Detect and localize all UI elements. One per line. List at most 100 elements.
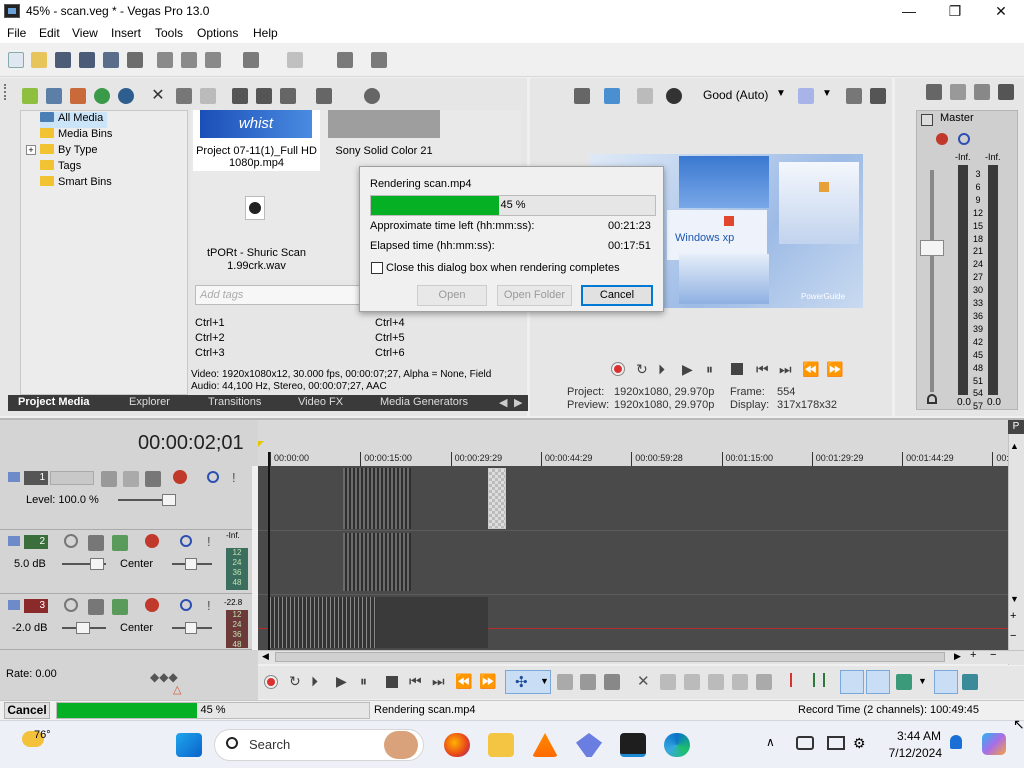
play-icon[interactable]: ▶ [336, 673, 347, 690]
level-slider-handle[interactable] [162, 494, 176, 506]
solo-icon[interactable]: ! [207, 598, 211, 613]
cancel-render-status-button[interactable]: Cancel [4, 702, 50, 719]
track-fx-icon[interactable] [173, 470, 187, 484]
close-when-done-checkbox[interactable] [371, 262, 383, 274]
tree-item-media-bins[interactable]: Media Bins [40, 128, 112, 144]
menu-insert[interactable]: Insert [111, 26, 141, 40]
mute-icon[interactable] [180, 599, 192, 611]
tree-item-by-type[interactable]: By Type [40, 144, 98, 160]
solo-icon[interactable]: ! [232, 470, 236, 485]
hscroll-thumb[interactable] [275, 652, 945, 662]
tree-item-all-media[interactable]: All Media [40, 112, 108, 128]
minimize-button[interactable]: — [886, 0, 932, 23]
rate-slider-icon[interactable]: ◆◆◆ [150, 670, 178, 684]
pan-slider-handle[interactable] [185, 622, 197, 634]
arm-record-icon[interactable] [64, 534, 78, 548]
file-explorer-icon[interactable] [488, 733, 514, 757]
preview-device-icon[interactable] [604, 88, 620, 104]
media-properties-icon[interactable] [176, 88, 192, 104]
capture-video-icon[interactable] [46, 88, 62, 104]
cancel-render-button[interactable]: Cancel [581, 285, 653, 306]
overlays-dropdown-icon[interactable]: ▼ [822, 88, 832, 99]
timeline-vertical-scrollbar[interactable] [1008, 420, 1024, 665]
hzoom-in-icon[interactable]: + [970, 649, 976, 661]
compositing-mode-icon[interactable] [123, 471, 139, 487]
track-header-3[interactable]: 3 ! -2.0 dB Center -22.8 12 24 36 48 [0, 594, 252, 650]
track-collapse-icon[interactable] [8, 472, 20, 482]
volume-slider-handle[interactable] [76, 622, 90, 634]
menu-tools[interactable]: Tools [155, 26, 183, 40]
add-tags-input[interactable]: Add tags [195, 285, 365, 305]
views-icon[interactable] [316, 88, 332, 104]
insert-region-icon[interactable] [813, 673, 825, 687]
redo-icon[interactable] [287, 52, 303, 68]
selection-tool-icon[interactable] [580, 674, 596, 690]
overlays-icon[interactable] [798, 88, 814, 104]
explorer-icon[interactable] [337, 52, 353, 68]
menu-file[interactable]: File [7, 26, 26, 40]
close-button[interactable]: ✕ [978, 0, 1024, 23]
go-to-end-icon[interactable]: ⏭ [432, 673, 445, 690]
copy-icon[interactable] [181, 52, 197, 68]
go-to-end-icon[interactable]: ⏭ [779, 361, 792, 378]
trim-icon[interactable] [660, 674, 676, 690]
display-icon[interactable] [827, 736, 845, 750]
new-icon[interactable] [8, 52, 24, 68]
solo-icon[interactable]: ! [207, 534, 211, 549]
automation-icon[interactable] [145, 471, 161, 487]
maximize-button[interactable]: ❐ [932, 0, 978, 23]
track-collapse-icon[interactable] [8, 600, 20, 610]
hscroll-left-icon[interactable]: ◀ [262, 651, 269, 662]
tab-media-generators[interactable]: Media Generators [380, 396, 468, 408]
help-icon[interactable] [371, 52, 387, 68]
auto-crossfades-button[interactable] [866, 670, 890, 694]
master-mute-icon[interactable] [958, 133, 970, 145]
loop-playback-icon[interactable]: ↻ [636, 361, 648, 378]
preview-quality-select[interactable]: Good (Auto) [703, 88, 768, 102]
audio-event-clips[interactable] [343, 533, 411, 591]
get-media-icon[interactable] [70, 88, 86, 104]
stop-icon[interactable] [731, 363, 743, 375]
menu-options[interactable]: Options [197, 26, 238, 40]
scroll-down-icon[interactable]: ▼ [1010, 594, 1019, 604]
tree-item-tags[interactable]: Tags [40, 160, 81, 176]
next-frame-icon[interactable]: ⏩ [479, 673, 496, 690]
ignore-grouping-icon[interactable] [962, 674, 978, 690]
project-properties-icon[interactable] [574, 88, 590, 104]
split-screen-icon[interactable] [666, 88, 682, 104]
tab-project-media[interactable]: Project Media [18, 396, 90, 408]
auto-ripple-icon[interactable] [896, 674, 912, 690]
menu-edit[interactable]: Edit [39, 26, 60, 40]
previous-frame-icon[interactable]: ⏪ [455, 673, 472, 690]
menu-view[interactable]: View [72, 26, 98, 40]
play-from-start-icon[interactable]: ⏵ [658, 361, 665, 378]
open-folder-button[interactable]: Open Folder [497, 285, 572, 306]
save-as-icon[interactable] [79, 52, 95, 68]
remove-media-icon[interactable]: ✕ [150, 88, 166, 104]
pause-icon[interactable]: ⏸ [706, 361, 713, 378]
stop-preview-icon[interactable] [256, 88, 272, 104]
scroll-up-icon[interactable]: ▲ [1010, 441, 1019, 451]
volume-slider-handle[interactable] [90, 558, 104, 570]
zoom-in-icon[interactable]: + [1010, 610, 1016, 622]
split-icon[interactable] [732, 674, 748, 690]
tab-explorer[interactable]: Explorer [129, 396, 170, 408]
mute-icon[interactable] [207, 471, 219, 483]
zoom-tool-icon[interactable] [604, 674, 620, 690]
solid-color-event[interactable] [488, 468, 506, 529]
properties-icon[interactable] [127, 52, 143, 68]
previous-frame-icon[interactable]: ⏪ [802, 361, 819, 378]
automation-icon[interactable] [88, 535, 104, 551]
search-media-icon[interactable] [118, 88, 134, 104]
lock-envelopes-button[interactable] [934, 670, 958, 694]
save-snapshot-icon[interactable] [870, 88, 886, 104]
envelope-tool-icon[interactable] [557, 674, 573, 690]
track-collapse-icon[interactable] [8, 536, 20, 546]
track-header-1[interactable]: 1 ! Level: 100.0 % [0, 466, 252, 530]
solid-color-thumbnail[interactable] [328, 110, 440, 138]
track-header-2[interactable]: 2 ! 5.0 dB Center -Inf. 12 24 36 48 [0, 530, 252, 594]
play-from-start-icon[interactable]: ⏵ [311, 673, 318, 690]
lock-icon[interactable] [756, 674, 772, 690]
master-lock-icon[interactable] [927, 394, 937, 404]
track-fx-icon[interactable] [145, 534, 159, 548]
